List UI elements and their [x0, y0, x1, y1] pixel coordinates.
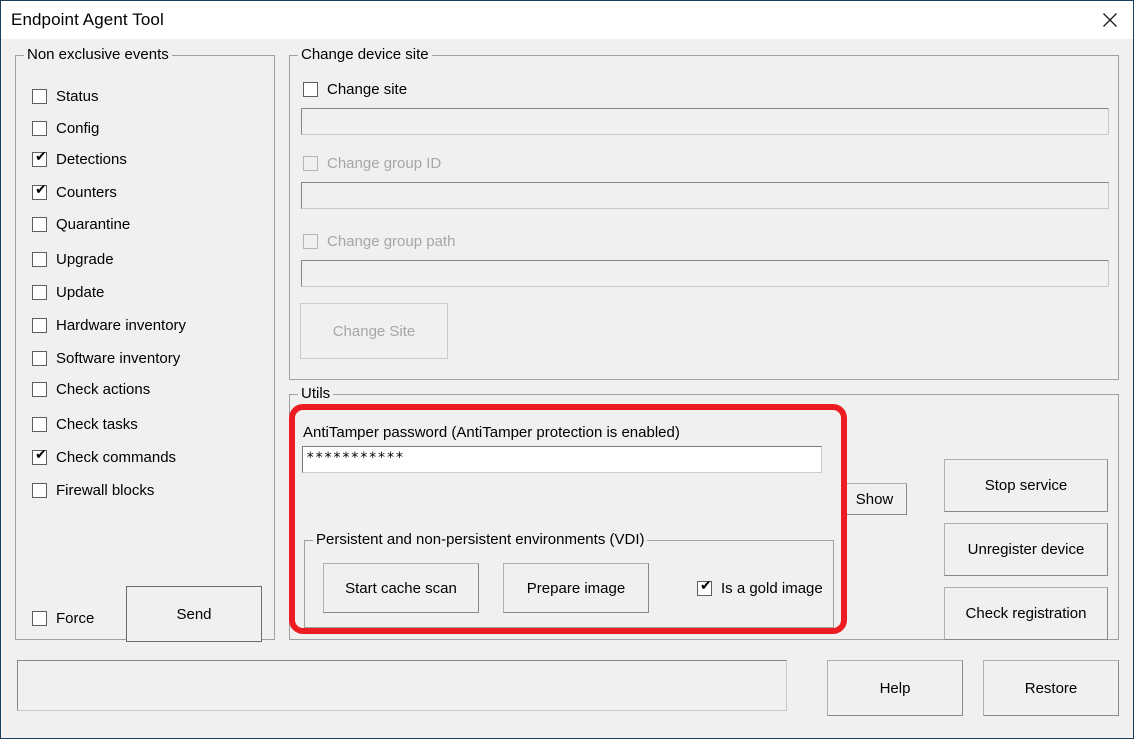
checkbox-detections[interactable]: ✔ Detections	[32, 151, 127, 168]
checkbox-box: ✔	[32, 185, 47, 200]
checkbox-box	[32, 252, 47, 267]
antitamper-password-value: ***********	[306, 450, 404, 466]
checkbox-box	[32, 382, 47, 397]
checkbox-label: Check commands	[56, 449, 176, 466]
checkbox-label: Upgrade	[56, 251, 114, 268]
checkbox-box	[32, 217, 47, 232]
checkbox-update[interactable]: Update	[32, 284, 104, 301]
group-id-input[interactable]	[301, 182, 1109, 209]
checkbox-box	[32, 483, 47, 498]
application-window: Endpoint Agent Tool Non exclusive events…	[0, 0, 1134, 739]
checkbox-label: Update	[56, 284, 104, 301]
checkbox-check-commands[interactable]: ✔ Check commands	[32, 449, 176, 466]
checkbox-label: Change group path	[327, 233, 455, 250]
checkbox-box: ✔	[32, 450, 47, 465]
checkbox-upgrade[interactable]: Upgrade	[32, 251, 114, 268]
group-utils: Utils AntiTamper password (AntiTamper pr…	[289, 394, 1119, 640]
show-password-button[interactable]: Show	[842, 483, 907, 515]
checkbox-change-site[interactable]: Change site	[303, 81, 407, 98]
checkbox-box	[32, 285, 47, 300]
checkbox-change-group-id[interactable]: Change group ID	[303, 155, 441, 172]
checkbox-hardware-inventory[interactable]: Hardware inventory	[32, 317, 186, 334]
checkbox-box	[303, 82, 318, 97]
title-bar: Endpoint Agent Tool	[1, 1, 1133, 39]
unregister-device-button[interactable]: Unregister device	[944, 523, 1108, 576]
checkbox-label: Status	[56, 88, 99, 105]
checkbox-box	[32, 611, 47, 626]
checkbox-software-inventory[interactable]: Software inventory	[32, 350, 180, 367]
check-registration-button[interactable]: Check registration	[944, 587, 1108, 640]
group-vdi: Persistent and non-persistent environmen…	[304, 540, 834, 628]
change-site-button[interactable]: Change Site	[300, 303, 448, 359]
checkbox-check-tasks[interactable]: Check tasks	[32, 416, 138, 433]
checkbox-box	[32, 121, 47, 136]
checkbox-box	[32, 351, 47, 366]
send-button[interactable]: Send	[126, 586, 262, 642]
checkbox-label: Detections	[56, 151, 127, 168]
site-input[interactable]	[301, 108, 1109, 135]
group-vdi-title: Persistent and non-persistent environmen…	[313, 531, 647, 548]
help-button[interactable]: Help	[827, 660, 963, 716]
checkbox-check-actions[interactable]: Check actions	[32, 381, 150, 398]
group-non-exclusive-events-title: Non exclusive events	[24, 46, 172, 63]
window-title: Endpoint Agent Tool	[11, 10, 164, 30]
checkbox-firewall-blocks[interactable]: Firewall blocks	[32, 482, 154, 499]
checkbox-label: Force	[56, 610, 94, 627]
checkbox-status[interactable]: Status	[32, 88, 99, 105]
group-utils-title: Utils	[298, 385, 333, 402]
group-change-device-site-title: Change device site	[298, 46, 432, 63]
stop-service-button[interactable]: Stop service	[944, 459, 1108, 512]
checkbox-counters[interactable]: ✔ Counters	[32, 184, 117, 201]
checkbox-label: Hardware inventory	[56, 317, 186, 334]
checkbox-force[interactable]: Force	[32, 610, 94, 627]
close-icon[interactable]	[1087, 1, 1133, 38]
checkbox-label: Quarantine	[56, 216, 130, 233]
checkbox-box	[32, 89, 47, 104]
checkbox-label: Check tasks	[56, 416, 138, 433]
checkbox-config[interactable]: Config	[32, 120, 99, 137]
checkbox-box: ✔	[697, 581, 712, 596]
checkbox-box	[32, 417, 47, 432]
prepare-image-button[interactable]: Prepare image	[503, 563, 649, 613]
antitamper-password-label: AntiTamper password (AntiTamper protecti…	[303, 424, 680, 441]
checkbox-label: Config	[56, 120, 99, 137]
group-change-device-site: Change device site Change site Change gr…	[289, 55, 1119, 380]
checkbox-label: Change group ID	[327, 155, 441, 172]
status-output-field[interactable]	[17, 660, 787, 711]
checkbox-is-a-gold-image[interactable]: ✔ Is a gold image	[697, 580, 823, 597]
antitamper-password-input[interactable]: ***********	[302, 446, 822, 473]
checkbox-box	[32, 318, 47, 333]
checkbox-box	[303, 156, 318, 171]
restore-button[interactable]: Restore	[983, 660, 1119, 716]
checkbox-label: Counters	[56, 184, 117, 201]
group-non-exclusive-events: Non exclusive events Status Config ✔ Det…	[15, 55, 275, 640]
checkbox-box: ✔	[32, 152, 47, 167]
checkbox-label: Is a gold image	[721, 580, 823, 597]
checkbox-label: Check actions	[56, 381, 150, 398]
checkbox-change-group-path[interactable]: Change group path	[303, 233, 455, 250]
checkbox-label: Change site	[327, 81, 407, 98]
group-path-input[interactable]	[301, 260, 1109, 287]
checkbox-quarantine[interactable]: Quarantine	[32, 216, 130, 233]
checkbox-box	[303, 234, 318, 249]
client-area: Non exclusive events Status Config ✔ Det…	[1, 39, 1133, 738]
start-cache-scan-button[interactable]: Start cache scan	[323, 563, 479, 613]
checkbox-label: Firewall blocks	[56, 482, 154, 499]
checkbox-label: Software inventory	[56, 350, 180, 367]
